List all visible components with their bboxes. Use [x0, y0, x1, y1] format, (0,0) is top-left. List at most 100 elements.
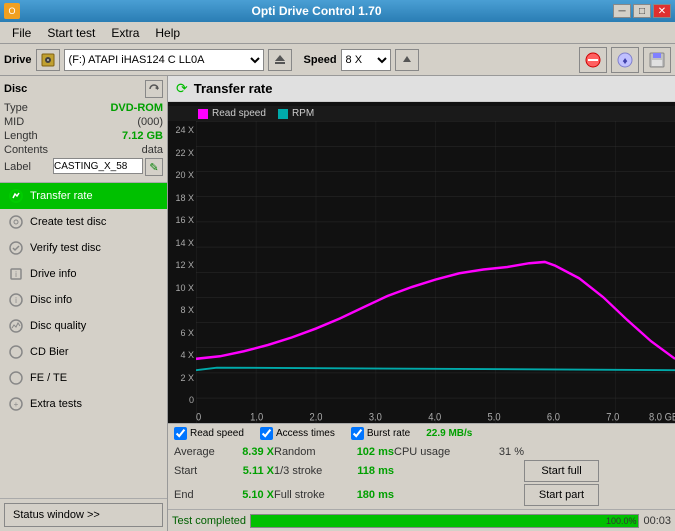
svg-text:5.0: 5.0	[488, 412, 501, 423]
y-label-2: 2 X	[168, 373, 194, 383]
window-controls: ─ □ ✕	[613, 4, 671, 18]
svg-text:6.0: 6.0	[547, 412, 560, 423]
disc-section: Disc Type DVD-ROM MID (000) Length 7.12 …	[0, 76, 167, 183]
nav-verify-test-disc[interactable]: Verify test disc	[0, 235, 167, 261]
disc-label-input[interactable]	[53, 158, 143, 174]
access-times-checkbox[interactable]	[260, 427, 273, 440]
contents-label: Contents	[4, 144, 48, 156]
maximize-button[interactable]: □	[633, 4, 651, 18]
progress-time: 00:03	[643, 515, 671, 527]
right-panel: ⟳ Transfer rate Read speed RPM	[168, 76, 675, 531]
nav-create-test-disc[interactable]: Create test disc	[0, 209, 167, 235]
burst-rate-value: 22.9 MB/s	[426, 428, 472, 439]
read-speed-checkbox-item: Read speed	[174, 427, 244, 440]
nav-cd-bier[interactable]: CD Bier	[0, 339, 167, 365]
full-stroke-value: 180 ms	[357, 489, 394, 501]
status-window-button[interactable]: Status window >>	[4, 503, 163, 527]
chart-area: 24 X 22 X 20 X 18 X 16 X 14 X 12 X 10 X …	[168, 121, 675, 423]
progress-bar-inner: 100.0%	[251, 515, 638, 527]
nav-disc-quality[interactable]: Disc quality	[0, 313, 167, 339]
y-label-18: 18 X	[168, 193, 194, 203]
drive-info-icon: i	[8, 266, 24, 282]
chart-header: ⟳ Transfer rate	[168, 76, 675, 102]
nav-disc-info-label: Disc info	[30, 294, 72, 306]
nav-extra-tests[interactable]: + Extra tests	[0, 391, 167, 417]
nav-fe-te[interactable]: FE / TE	[0, 365, 167, 391]
y-label-20: 20 X	[168, 170, 194, 180]
progress-bar-outer: 100.0%	[250, 514, 639, 528]
random-value: 102 ms	[357, 446, 394, 458]
disc-quality-icon	[8, 318, 24, 334]
start-value: 5.11 X	[243, 465, 274, 477]
mid-value: (000)	[137, 116, 163, 128]
svg-text:1.0: 1.0	[250, 412, 263, 423]
legend-rpm: RPM	[278, 108, 314, 119]
svg-text:2.0: 2.0	[310, 412, 323, 423]
bottom-section: Status window >>	[0, 498, 167, 531]
stat-random: Random 102 ms	[274, 446, 394, 458]
start-part-button[interactable]: Start part	[524, 484, 599, 506]
progress-bar-section: Test completed 100.0% 00:03	[168, 509, 675, 531]
erase-button[interactable]	[579, 47, 607, 73]
svg-text:+: +	[14, 400, 19, 409]
stats-checkboxes: Read speed Access times Burst rate 22.9 …	[168, 423, 675, 443]
speed-arrow-button[interactable]	[395, 49, 419, 71]
cd-bier-icon	[8, 344, 24, 360]
cpu-value: 31 %	[499, 446, 524, 458]
one-third-value: 118 ms	[357, 465, 394, 477]
disc-header-label: Disc	[4, 83, 27, 95]
disc-label-label: Label	[4, 161, 31, 173]
length-label: Length	[4, 130, 38, 142]
eject-button[interactable]	[268, 49, 292, 71]
access-times-checkbox-item: Access times	[260, 427, 335, 440]
menu-extra[interactable]: Extra	[103, 24, 147, 42]
menu-file[interactable]: File	[4, 24, 39, 42]
nav-section: Transfer rate Create test disc Verify te…	[0, 183, 167, 498]
end-value: 5.10 X	[242, 489, 274, 501]
y-label-14: 14 X	[168, 238, 194, 248]
y-label-0: 0	[168, 395, 194, 405]
save-button[interactable]	[643, 47, 671, 73]
legend-read-speed-label: Read speed	[212, 108, 266, 119]
chart-title: Transfer rate	[194, 81, 273, 96]
disc-refresh-button[interactable]	[145, 80, 163, 98]
chart-legend: Read speed RPM	[168, 106, 675, 121]
drive-label: Drive	[4, 54, 32, 66]
nav-transfer-rate[interactable]: Transfer rate	[0, 183, 167, 209]
disc-info-icon: i	[8, 292, 24, 308]
drive-select[interactable]: (F:) ATAPI iHAS124 C LL0A	[64, 49, 264, 71]
extra-tests-icon: +	[8, 396, 24, 412]
create-test-disc-icon	[8, 214, 24, 230]
svg-text:3.0: 3.0	[369, 412, 382, 423]
svg-text:0: 0	[196, 412, 201, 423]
nav-transfer-rate-label: Transfer rate	[30, 190, 93, 202]
menu-help[interactable]: Help	[147, 24, 188, 42]
titlebar: O Opti Drive Control 1.70 ─ □ ✕	[0, 0, 675, 22]
nav-drive-info[interactable]: i Drive info	[0, 261, 167, 287]
stat-one-third: 1/3 stroke 118 ms	[274, 460, 394, 482]
burst-rate-checkbox[interactable]	[351, 427, 364, 440]
read-speed-checkbox[interactable]	[174, 427, 187, 440]
svg-text:♦: ♦	[622, 56, 627, 67]
start-full-button[interactable]: Start full	[524, 460, 599, 482]
left-panel: Disc Type DVD-ROM MID (000) Length 7.12 …	[0, 76, 168, 531]
drive-icon-btn[interactable]	[36, 49, 60, 71]
speed-select[interactable]: 8 X	[341, 49, 391, 71]
fe-te-icon	[8, 370, 24, 386]
minimize-button[interactable]: ─	[613, 4, 631, 18]
close-button[interactable]: ✕	[653, 4, 671, 18]
y-label-12: 12 X	[168, 260, 194, 270]
burn-button[interactable]: ♦	[611, 47, 639, 73]
burst-rate-checkbox-item: Burst rate	[351, 427, 410, 440]
menubar: File Start test Extra Help	[0, 22, 675, 44]
y-label-24: 24 X	[168, 125, 194, 135]
legend-rpm-color	[278, 109, 288, 119]
menu-start-test[interactable]: Start test	[39, 24, 103, 42]
nav-disc-info[interactable]: i Disc info	[0, 287, 167, 313]
disc-label-edit-button[interactable]: ✎	[145, 158, 163, 176]
transfer-rate-icon	[8, 188, 24, 204]
y-label-8: 8 X	[168, 305, 194, 315]
window-title: Opti Drive Control 1.70	[20, 4, 613, 18]
legend-read-speed-color	[198, 109, 208, 119]
read-speed-checkbox-label: Read speed	[190, 428, 244, 439]
